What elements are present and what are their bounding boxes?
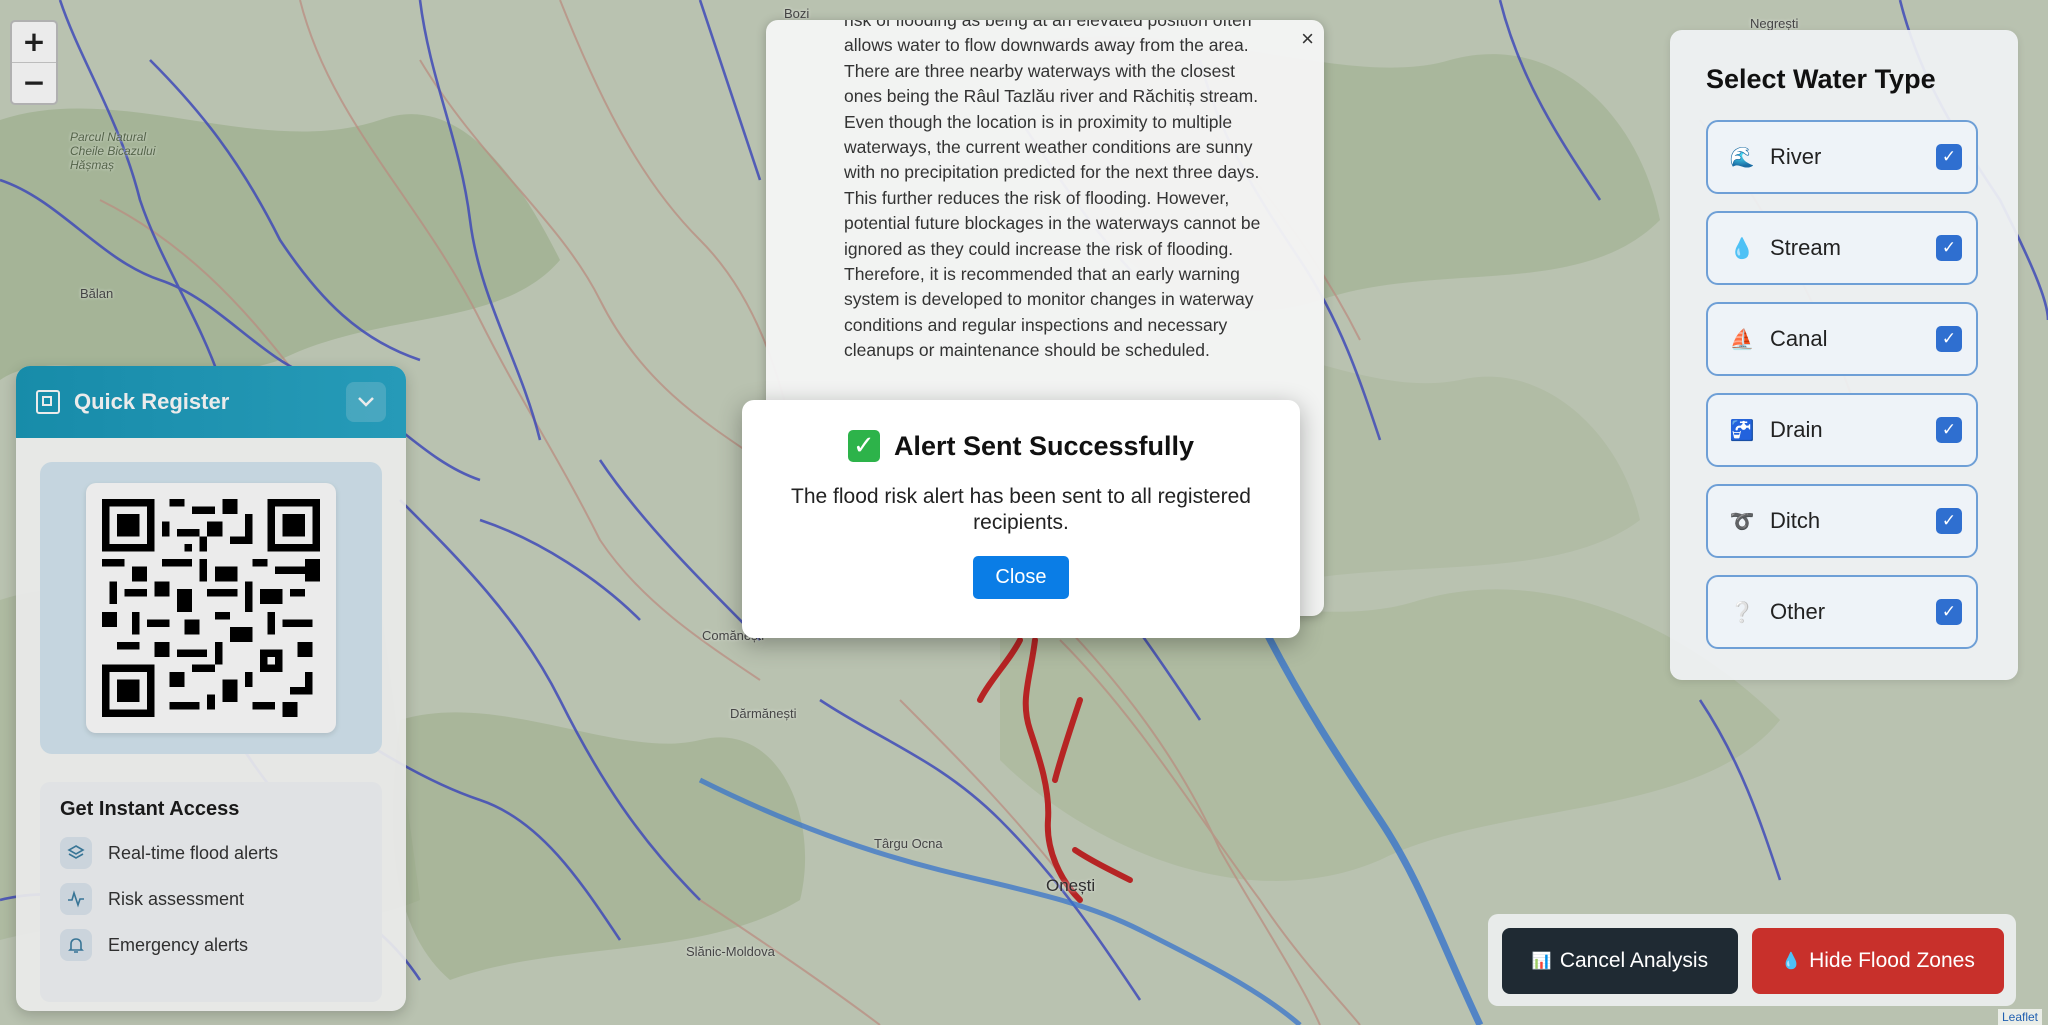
checkbox[interactable]: ✓ <box>1936 144 1962 170</box>
analysis-text: risk of flooding as being at an elevated… <box>844 20 1261 361</box>
action-bar: 📊 Cancel Analysis 💧 Hide Flood Zones <box>1488 914 2016 1006</box>
water-type-label: Drain <box>1770 417 1823 442</box>
loop-icon: ➰ <box>1729 510 1755 533</box>
checkbox[interactable]: ✓ <box>1936 326 1962 352</box>
water-type-stream[interactable]: 💧 Stream ✓ <box>1706 211 1978 285</box>
chart-icon: 📊 <box>1531 953 1552 970</box>
droplet-icon: 💧 <box>1781 953 1802 970</box>
checkbox[interactable]: ✓ <box>1936 599 1962 625</box>
water-type-title: Select Water Type <box>1706 64 1936 94</box>
close-icon[interactable]: × <box>1301 26 1314 52</box>
water-type-label: Stream <box>1770 235 1841 260</box>
hide-flood-zones-button[interactable]: 💧 Hide Flood Zones <box>1752 928 2004 994</box>
boat-icon: ⛵ <box>1729 328 1755 351</box>
modal-header: ✓ Alert Sent Successfully <box>742 430 1300 462</box>
checkbox[interactable]: ✓ <box>1936 508 1962 534</box>
cancel-analysis-label: Cancel Analysis <box>1559 949 1709 972</box>
water-type-label: Other <box>1770 599 1826 624</box>
alert-success-modal: ✓ Alert Sent Successfully The flood risk… <box>742 400 1300 638</box>
cancel-analysis-button[interactable]: 📊 Cancel Analysis <box>1502 928 1738 994</box>
water-type-label: Canal <box>1770 326 1828 351</box>
check-icon: ✓ <box>847 430 880 462</box>
checkbox[interactable]: ✓ <box>1936 417 1962 443</box>
water-type-label: River <box>1770 144 1822 169</box>
water-type-other[interactable]: ❔ Other ✓ <box>1706 575 1978 649</box>
checkbox[interactable]: ✓ <box>1936 235 1962 261</box>
question-icon: ❔ <box>1729 601 1755 624</box>
faucet-icon: 🚰 <box>1729 419 1755 442</box>
water-type-drain[interactable]: 🚰 Drain ✓ <box>1706 393 1978 467</box>
map-attribution[interactable]: Leaflet <box>1997 1009 2042 1025</box>
water-type-river[interactable]: 🌊 River ✓ <box>1706 120 1978 194</box>
modal-message: The flood risk alert has been sent to al… <box>791 485 1251 534</box>
close-button[interactable]: Close <box>973 556 1069 599</box>
water-type-ditch[interactable]: ➰ Ditch ✓ <box>1706 484 1978 558</box>
water-type-label: Ditch <box>1770 508 1821 533</box>
water-type-canal[interactable]: ⛵ Canal ✓ <box>1706 302 1978 376</box>
water-type-panel: Select Water Type 🌊 River ✓ 💧 Stream ✓ ⛵… <box>1670 30 2018 680</box>
modal-title: Alert Sent Successfully <box>893 430 1195 461</box>
hide-flood-zones-label: Hide Flood Zones <box>1809 949 1975 972</box>
wave-icon: 🌊 <box>1729 146 1755 169</box>
droplet-icon: 💧 <box>1729 237 1755 260</box>
